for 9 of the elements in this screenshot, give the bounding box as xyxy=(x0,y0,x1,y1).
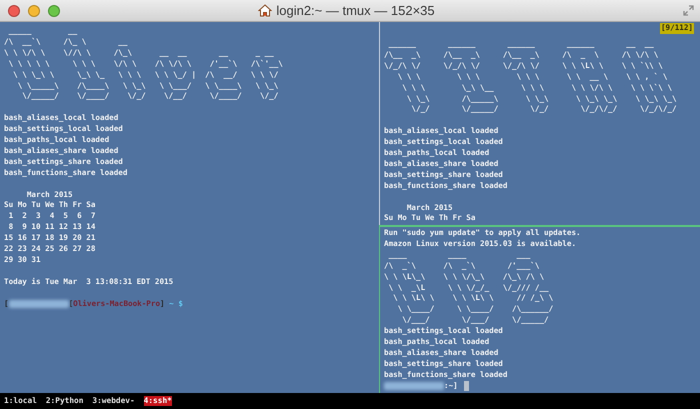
minimize-button[interactable] xyxy=(28,4,40,16)
zoom-button[interactable] xyxy=(48,4,60,16)
window-title: login2:~ — tmux — 152×35 xyxy=(276,3,435,18)
close-button[interactable] xyxy=(8,4,20,16)
blurred-text xyxy=(384,382,444,390)
text-cursor xyxy=(464,381,469,392)
blurred-text xyxy=(8,300,69,308)
house-icon xyxy=(258,4,272,17)
fullscreen-icon[interactable] xyxy=(683,5,694,16)
